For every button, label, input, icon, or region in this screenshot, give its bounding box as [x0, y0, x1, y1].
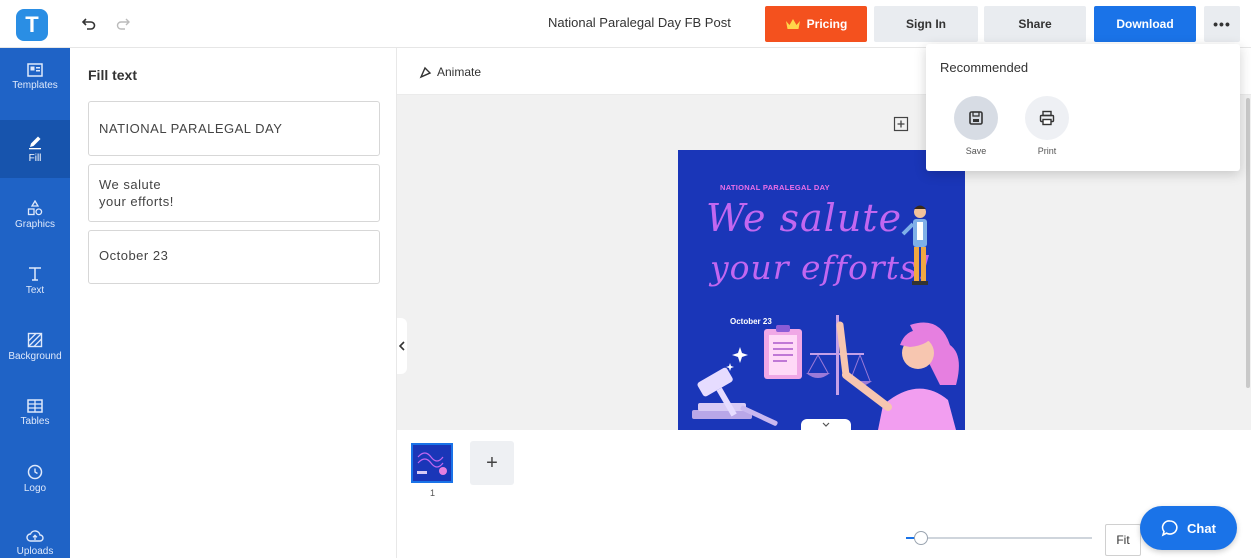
add-page-button[interactable]: + [470, 441, 514, 485]
expand-pages-button[interactable] [801, 419, 851, 430]
justice-illustration [692, 315, 959, 430]
background-icon [27, 332, 43, 348]
rail-label-uploads: Uploads [16, 546, 54, 557]
design-headline-line2[interactable]: your efforts! [710, 248, 932, 287]
pricing-label: Pricing [806, 17, 848, 31]
chat-bubble-icon [1161, 520, 1178, 537]
rail-label-logo: Logo [23, 483, 47, 494]
zoom-slider-handle[interactable] [913, 531, 928, 545]
chevron-down-icon [822, 422, 830, 427]
text-icon [29, 267, 41, 281]
save-menu-item[interactable]: Save [952, 96, 1000, 156]
rail-item-uploads[interactable]: Uploads [0, 514, 70, 558]
chat-button[interactable]: Chat [1140, 506, 1237, 550]
app-logo[interactable]: T [16, 9, 48, 41]
rail-label-graphics: Graphics [14, 219, 55, 230]
table-icon [27, 399, 43, 413]
animate-button[interactable]: Animate [419, 65, 481, 79]
sign-in-button[interactable]: Sign In [874, 6, 978, 42]
download-button[interactable]: Download [1094, 6, 1196, 42]
share-button[interactable]: Share [984, 6, 1086, 42]
text-field-title[interactable]: NATIONAL PARALEGAL DAY [88, 101, 380, 156]
print-menu-item[interactable]: Print [1023, 96, 1071, 156]
text-field-headline[interactable]: We salute your efforts! [88, 164, 380, 222]
print-icon [1025, 96, 1069, 140]
fit-button[interactable]: Fit [1105, 524, 1141, 556]
rail-label-text: Text [25, 285, 45, 296]
templates-icon [27, 63, 43, 77]
cloud-upload-icon [26, 530, 44, 542]
pencil-icon [29, 136, 41, 150]
rail-item-background[interactable]: Background [0, 318, 70, 376]
rail-label-templates: Templates [12, 80, 58, 91]
top-bar: T National Paralegal Day FB Post Pricing… [0, 0, 1251, 48]
print-label: Print [1037, 146, 1057, 156]
rail-label-background: Background [8, 351, 62, 362]
page-thumbnail[interactable] [411, 443, 453, 483]
animate-label: Animate [437, 65, 482, 79]
page-number: 1 [430, 488, 436, 498]
text-field-date[interactable]: October 23 [88, 230, 380, 284]
man-illustration [901, 205, 928, 285]
logo-icon [27, 464, 43, 480]
crown-icon [785, 19, 800, 29]
design-subtitle[interactable]: NATIONAL PARALEGAL DAY [720, 183, 830, 192]
undo-icon[interactable] [78, 12, 100, 36]
redo-icon[interactable] [112, 12, 134, 36]
save-label: Save [965, 146, 987, 156]
collapse-panel-button[interactable] [397, 318, 407, 374]
canvas-scrollbar[interactable] [1246, 98, 1250, 388]
design-headline-line1[interactable]: We salute [706, 196, 902, 240]
rail-label-tables: Tables [20, 416, 50, 427]
zoom-slider[interactable] [906, 537, 1092, 539]
dropdown-title: Recommended [940, 60, 1029, 75]
chevron-left-icon [399, 341, 405, 351]
fill-text-panel: Fill text NATIONAL PARALEGAL DAY We salu… [70, 48, 397, 558]
more-options-dropdown: Recommended Save Print [926, 44, 1240, 171]
left-toolbar: Templates Fill Graphics Text Background … [0, 48, 70, 558]
shapes-icon [27, 200, 43, 216]
thumbnail-preview [413, 445, 451, 481]
rail-item-text[interactable]: Text [0, 252, 70, 310]
rail-label-fill: Fill [28, 153, 42, 164]
pricing-button[interactable]: Pricing [765, 6, 867, 42]
rail-item-graphics[interactable]: Graphics [0, 186, 70, 244]
more-options-button[interactable]: ••• [1204, 6, 1240, 42]
rail-item-templates[interactable]: Templates [0, 48, 70, 106]
rail-item-tables[interactable]: Tables [0, 384, 70, 442]
add-page-icon[interactable] [893, 116, 909, 132]
chat-label: Chat [1187, 520, 1216, 536]
rail-item-logo[interactable]: Logo [0, 450, 70, 508]
design-canvas[interactable]: NATIONAL PARALEGAL DAY We salute your ef… [678, 150, 965, 430]
save-icon [954, 96, 998, 140]
animate-icon [419, 66, 432, 78]
panel-title: Fill text [88, 67, 138, 83]
document-title[interactable]: National Paralegal Day FB Post [548, 15, 731, 30]
rail-item-fill[interactable]: Fill [0, 120, 70, 178]
